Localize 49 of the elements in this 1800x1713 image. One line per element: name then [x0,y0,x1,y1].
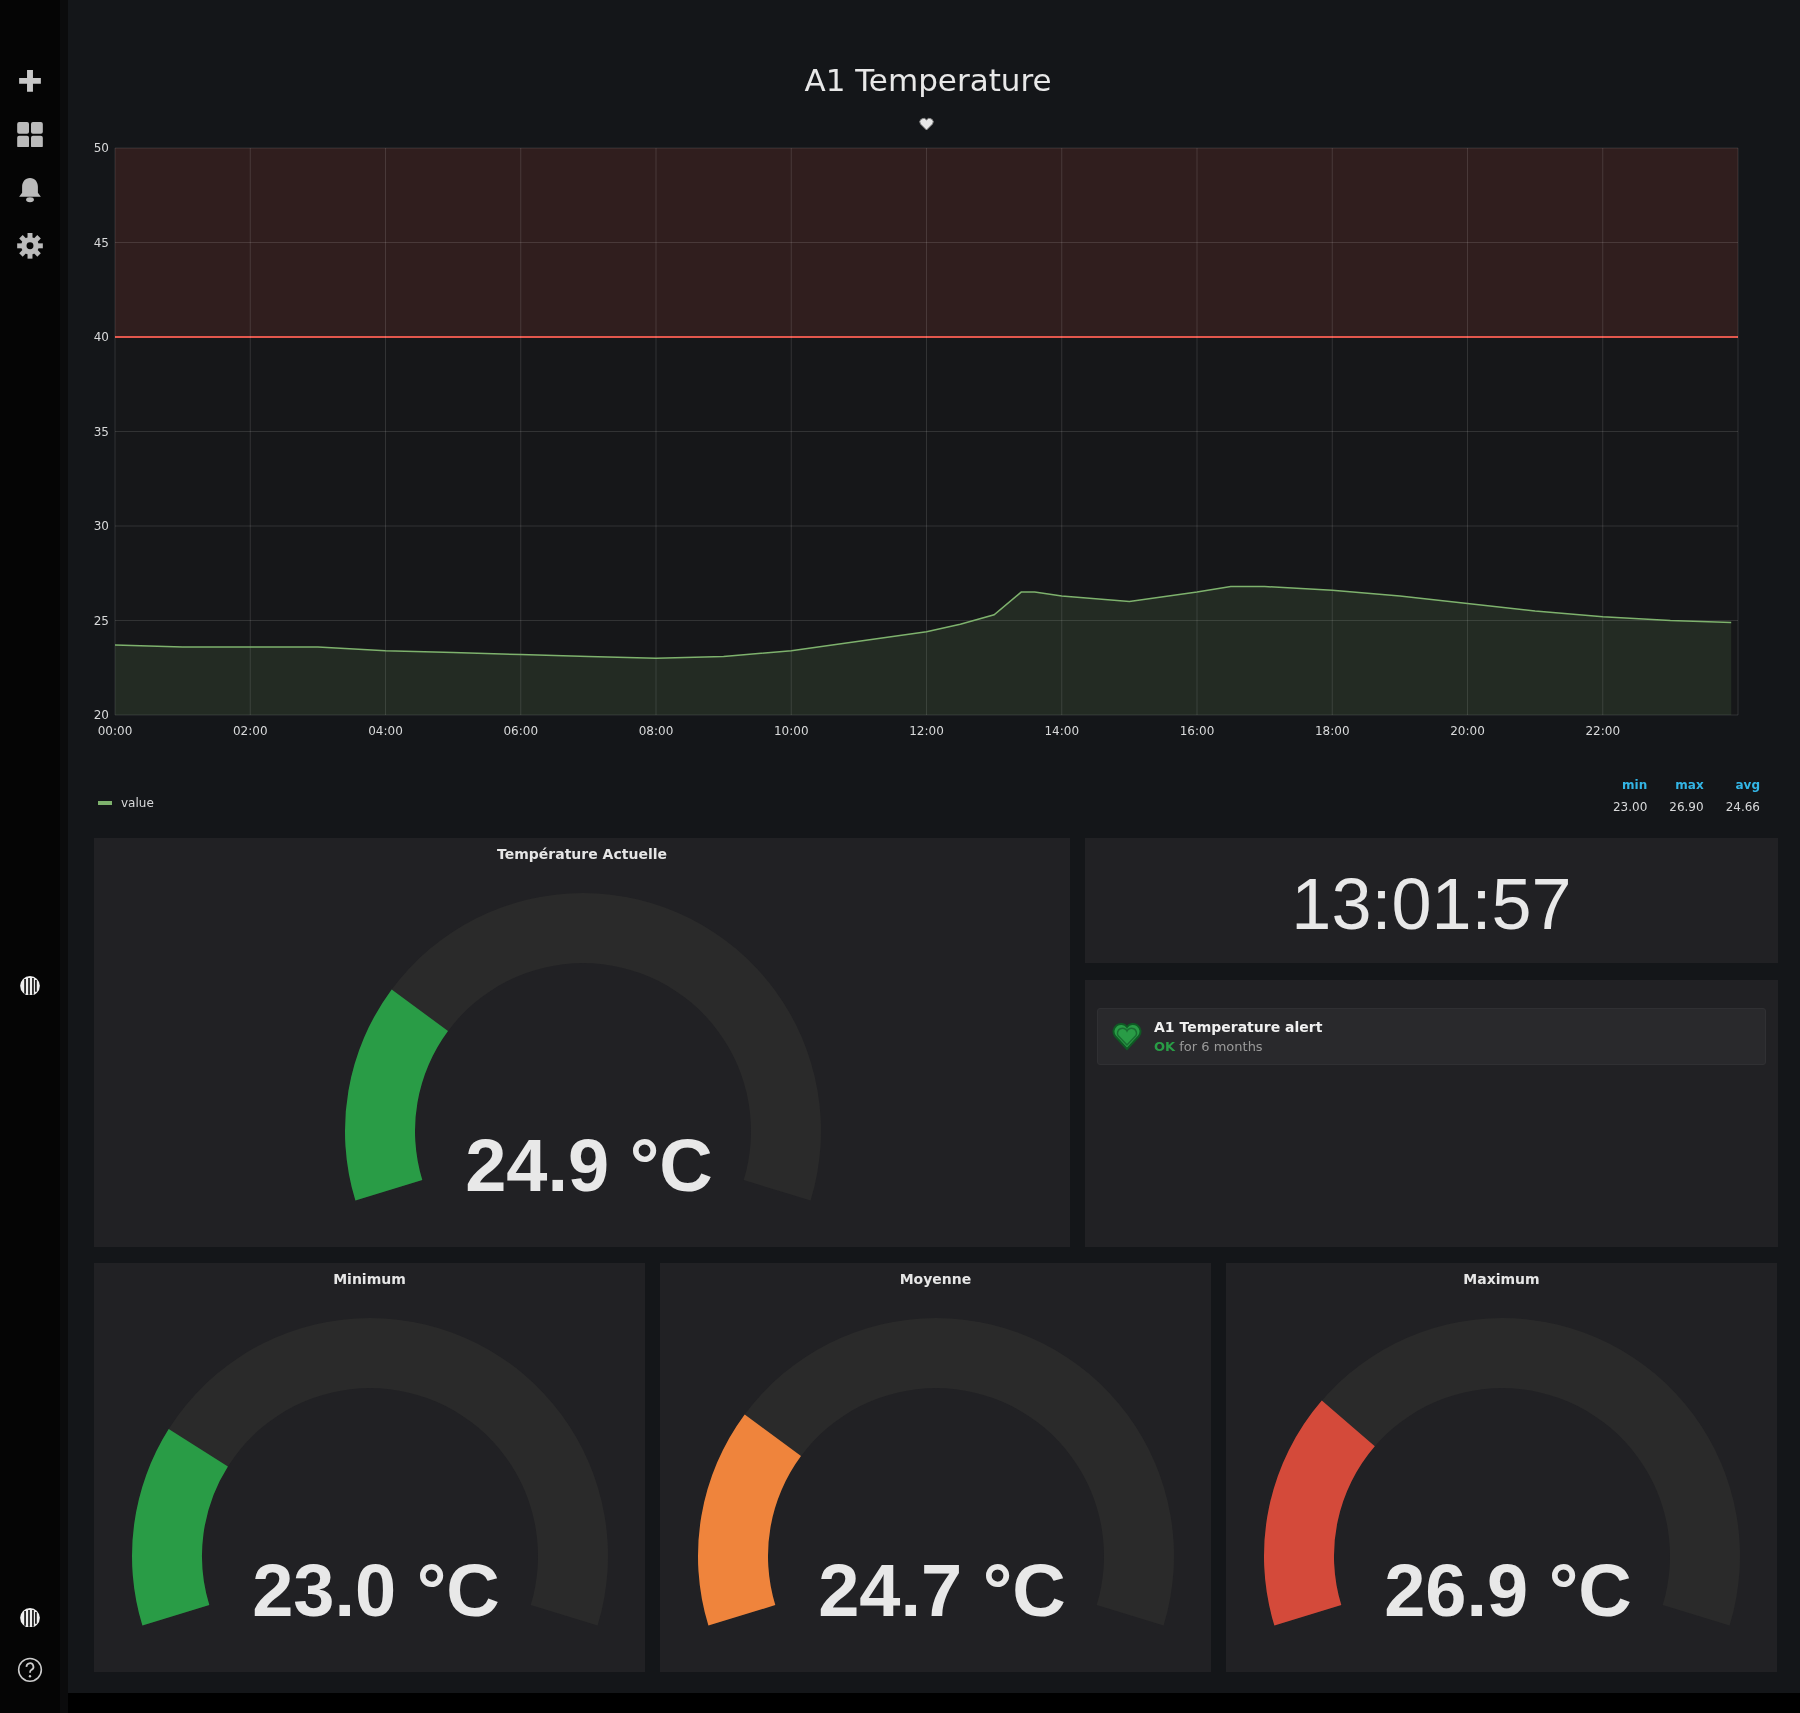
legend-label[interactable]: value [121,796,154,810]
plus-icon[interactable] [19,70,41,92]
bell-icon[interactable] [18,177,42,204]
panel-title: Minimum [333,1270,406,1289]
dashboard-grid-icon[interactable] [17,121,43,148]
legend-stat-value: 26.90 [1669,800,1704,814]
gauge-value: 24.9 °C [465,1124,713,1207]
x-axis-label: 04:00 [368,724,403,738]
x-axis-label: 10:00 [773,724,809,738]
x-axis-label: 20:00 [1450,724,1485,738]
gauge-value: 26.9 °C [1384,1549,1632,1632]
x-axis-label: 22:00 [1585,724,1621,738]
striped-logo-icon[interactable] [20,975,40,996]
x-axis-label: 02:00 [232,724,268,738]
y-axis-label: 40 [93,330,109,344]
legend-stat-header: min [1622,778,1648,792]
y-axis-label: 20 [93,708,109,722]
gauge-value: 23.0 °C [252,1549,500,1632]
panel-title: A1 Temperature [804,61,1052,100]
x-axis-label: 12:00 [909,724,944,738]
x-axis-label: 14:00 [1044,724,1080,738]
y-axis-label: 30 [93,519,109,533]
x-axis-label: 18:00 [1314,724,1350,738]
legend-stat-header: avg [1735,778,1760,792]
clock-time: 13:01:57 [1291,862,1572,945]
x-axis-label: 08:00 [638,724,674,738]
heart-marker-icon[interactable] [919,117,934,131]
alert-name: A1 Temperature alert [1154,1019,1323,1035]
alert-list-item[interactable]: A1 Temperature alert OK for 6 months [1097,1008,1766,1065]
legend-swatch [98,801,112,805]
heart-icon [1112,1022,1142,1051]
legend-stat-value: 24.66 [1725,800,1760,814]
legend-stat-header: max [1675,778,1704,792]
alert-status: OK for 6 months [1154,1039,1264,1054]
help-icon[interactable] [17,1657,43,1683]
panel-title: Maximum [1463,1270,1540,1289]
x-axis-label: 06:00 [503,724,539,738]
legend-stat-value: 23.00 [1612,800,1648,814]
x-axis-label: 00:00 [97,724,133,738]
panel-title: Température Actuelle [497,845,667,864]
striped-logo-icon[interactable] [20,1607,40,1628]
gauge-value: 24.7 °C [818,1549,1066,1632]
gear-icon[interactable] [17,233,43,259]
x-axis-label: 16:00 [1179,724,1215,738]
y-axis-label: 45 [93,235,109,250]
y-axis-label: 50 [93,141,109,155]
y-axis-label: 25 [93,613,109,628]
panel-title: Moyenne [899,1270,972,1289]
y-axis-label: 35 [93,424,109,439]
